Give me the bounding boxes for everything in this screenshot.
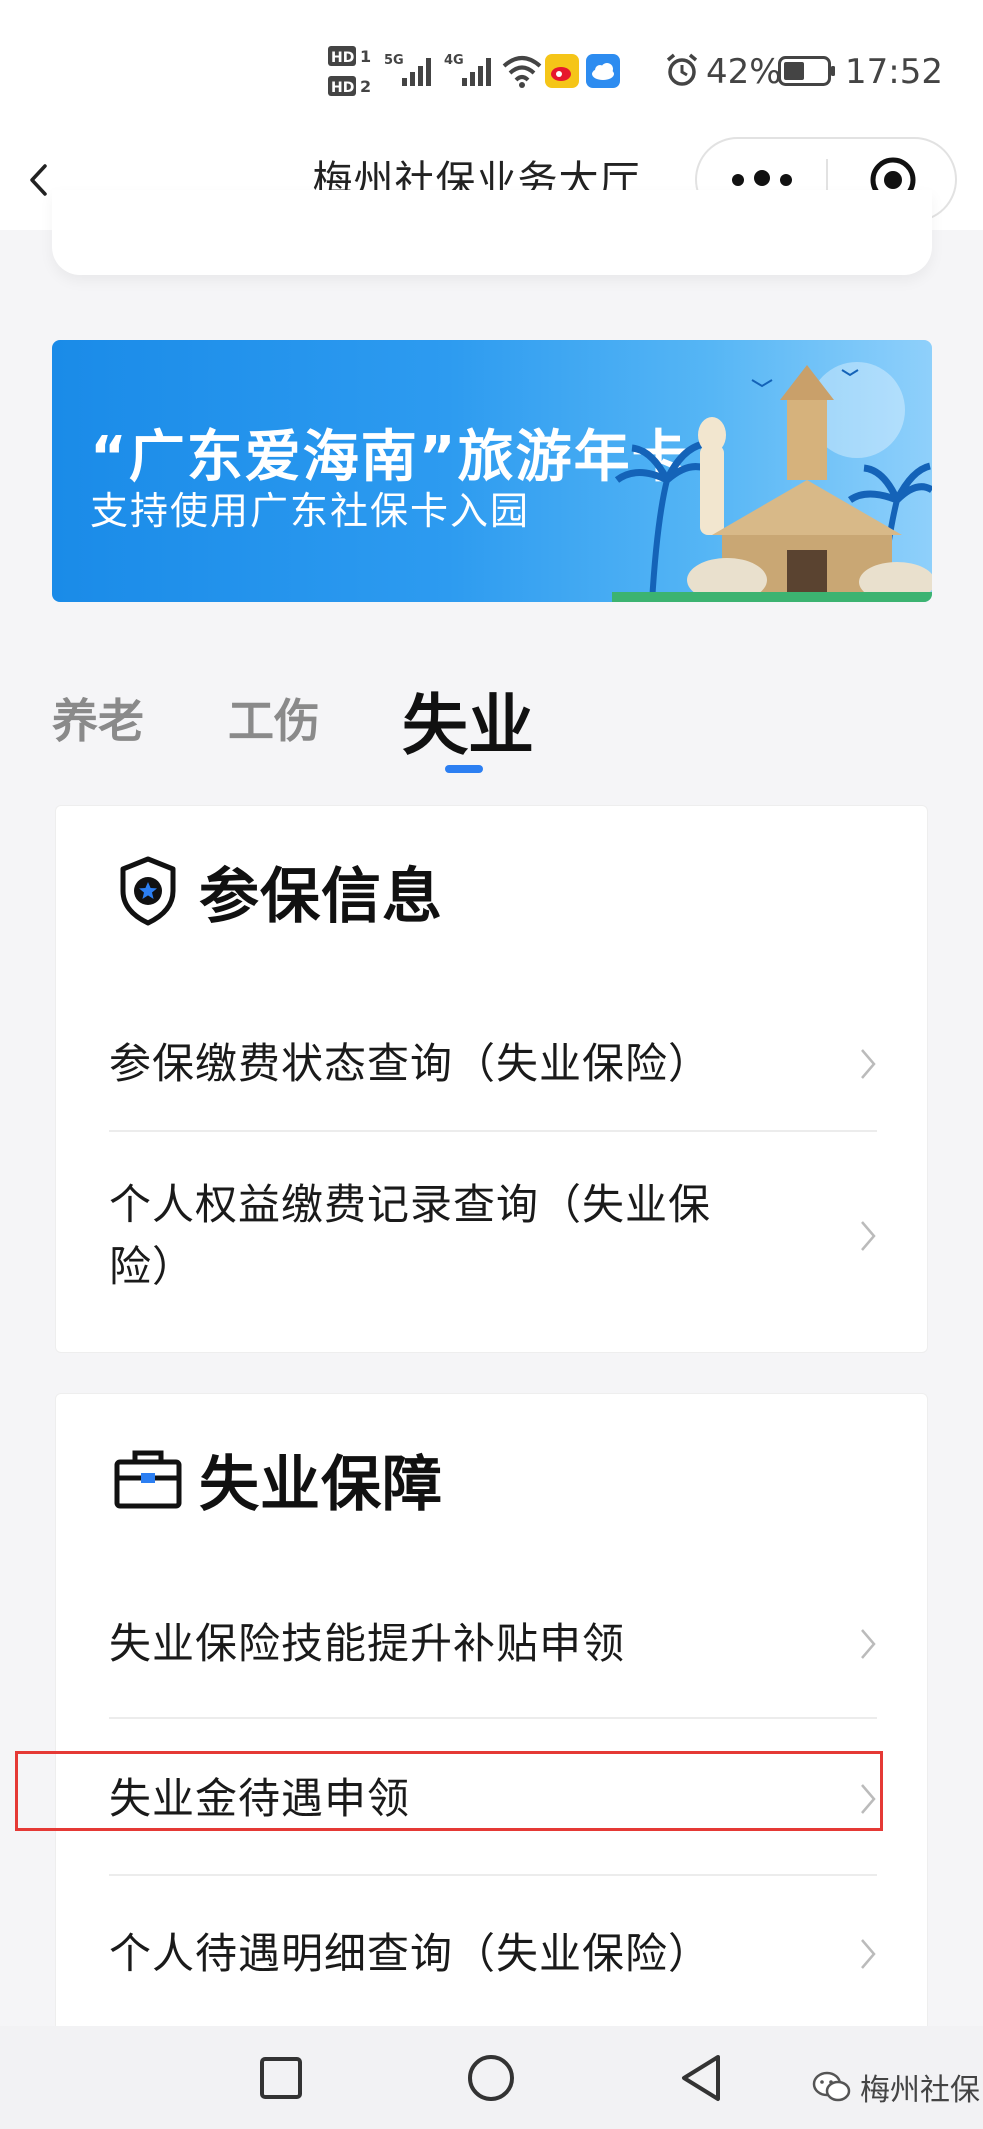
promo-banner[interactable]: “广东爱海南”旅游年卡 支持使用广东社保卡入园 xyxy=(52,340,932,602)
battery-icon xyxy=(778,56,835,86)
list-item-label: 失业保险技能提升补贴申领 xyxy=(109,1619,626,1668)
list-item[interactable]: 个人权益缴费记录查询（失业保险） xyxy=(109,1171,877,1301)
list-item-label: 参保缴费状态查询（失业保险） xyxy=(109,1039,712,1088)
clock: 17:52 xyxy=(845,52,943,92)
active-tab-indicator xyxy=(445,765,483,773)
highlight-box xyxy=(15,1751,883,1831)
more-dots-icon xyxy=(727,169,797,190)
card-header: 参保信息 xyxy=(113,806,443,976)
divider xyxy=(109,1717,877,1719)
chevron-right-icon xyxy=(861,1629,876,1659)
list-item-label: 个人权益缴费记录查询（失业保险） xyxy=(109,1180,712,1291)
section-title: 参保信息 xyxy=(199,861,443,932)
signal-4g-icon: 4G xyxy=(444,53,491,86)
services-card-bottom xyxy=(52,190,932,275)
section-title: 失业保障 xyxy=(199,1449,443,1520)
chevron-right-icon xyxy=(861,1049,876,1079)
svg-text:5G: 5G xyxy=(384,53,404,68)
triangle-back-icon xyxy=(682,2055,720,2101)
list-item[interactable]: 参保缴费状态查询（失业保险） xyxy=(109,1014,877,1114)
chevron-right-icon xyxy=(861,1221,876,1251)
banner-subtitle: 支持使用广东社保卡入园 xyxy=(90,489,531,533)
briefcase-icon xyxy=(114,1450,182,1509)
weibo-app-icon xyxy=(545,54,579,88)
svg-text:HD: HD xyxy=(331,80,354,96)
battery-percent: 42% xyxy=(706,52,782,92)
hd-signal-icon: HD 1 HD 2 xyxy=(328,46,371,96)
tab-work-injury[interactable]: 工伤 xyxy=(228,685,320,751)
signal-5g-icon: 5G xyxy=(384,53,431,86)
list-item-label: 个人待遇明细查询（失业保险） xyxy=(109,1929,712,1978)
shield-star-icon xyxy=(120,856,176,926)
tab-unemployment[interactable]: 失业 xyxy=(402,672,534,768)
svg-text:1: 1 xyxy=(360,47,371,66)
recents-button[interactable] xyxy=(246,2046,316,2110)
square-icon xyxy=(260,2057,302,2099)
home-button[interactable] xyxy=(456,2046,526,2110)
system-back-button[interactable] xyxy=(666,2046,736,2110)
circle-icon xyxy=(468,2055,514,2101)
watermark-text: 梅州社保 xyxy=(860,2073,980,2108)
chevron-right-icon xyxy=(861,1939,876,1969)
alarm-icon xyxy=(666,53,698,86)
divider xyxy=(109,1130,877,1132)
insurance-info-card: 参保信息 参保缴费状态查询（失业保险） 个人权益缴费记录查询（失业保险） xyxy=(55,805,928,1353)
watermark: 梅州社保 xyxy=(812,2065,980,2109)
banner-illustration xyxy=(612,362,932,602)
wifi-icon xyxy=(502,56,542,88)
list-item[interactable]: 失业保险技能提升补贴申领 xyxy=(109,1594,877,1694)
wechat-icon xyxy=(812,2071,851,2102)
tab-pension[interactable]: 养老 xyxy=(52,685,144,751)
divider xyxy=(109,1874,877,1876)
svg-text:4G: 4G xyxy=(444,53,464,68)
cloud-app-icon xyxy=(586,54,620,88)
svg-text:2: 2 xyxy=(360,77,371,96)
card-header: 失业保障 xyxy=(113,1394,443,1564)
list-item[interactable]: 个人待遇明细查询（失业保险） xyxy=(109,1904,877,2004)
app-screen: HD 1 HD 2 5G 4G 42% 17:52 梅州社保业务大厅 “广东爱海… xyxy=(0,0,983,2129)
svg-text:HD: HD xyxy=(331,50,354,66)
status-bar: HD 1 HD 2 5G 4G 42% 17:52 xyxy=(0,0,983,135)
